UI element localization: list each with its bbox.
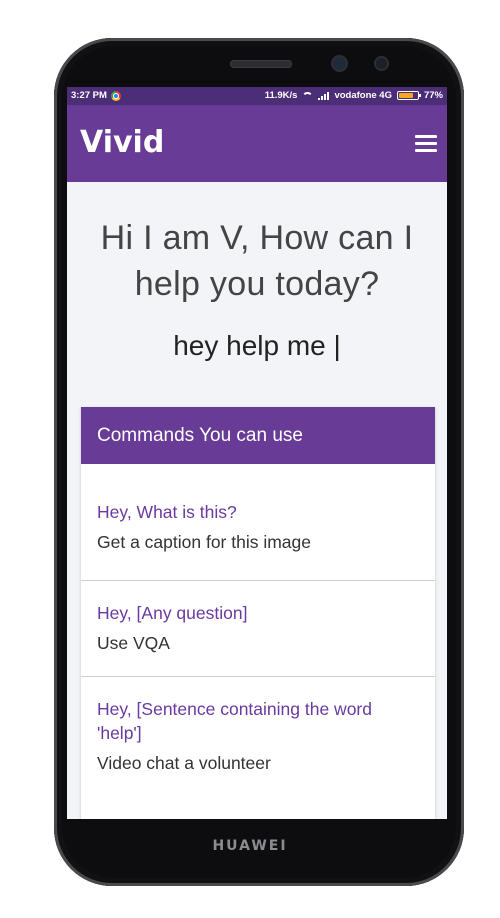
command-description: Get a caption for this image (97, 532, 311, 552)
carrier-name: vodafone 4G (334, 90, 392, 101)
battery-icon (396, 91, 421, 100)
front-camera-icon (333, 57, 346, 70)
signal-icon (318, 91, 330, 100)
commands-card-header: Commands You can use (81, 407, 435, 464)
device-brand-logo: HUAWEI (212, 838, 288, 854)
status-time: 3:27 PM (71, 90, 107, 101)
command-item[interactable]: Hey, [Any question] Use VQA (81, 581, 435, 677)
status-bar: 3:27 PM 11.9K/s vodafone 4G 77% (67, 87, 447, 105)
command-item[interactable]: Hey, What is this? Get a caption for thi… (81, 464, 435, 581)
voice-input-text[interactable]: hey help me | (67, 330, 447, 362)
sensor-icon (376, 58, 387, 69)
network-speed: 11.9K/s (264, 90, 298, 101)
command-description: Use VQA (97, 633, 170, 653)
earpiece-speaker (230, 60, 292, 68)
chrome-icon (110, 90, 121, 101)
commands-card: Commands You can use Hey, What is this? … (81, 407, 435, 819)
battery-fill (398, 93, 413, 98)
battery-percent: 77% (423, 90, 443, 101)
app-title: Vivid (80, 125, 165, 160)
greeting-heading: Hi I am V, How can I help you today? (100, 219, 414, 303)
wifi-icon (302, 91, 314, 100)
main-content: Hi I am V, How can I help you today? hey… (67, 182, 447, 819)
command-description: Video chat a volunteer (97, 753, 271, 773)
command-title: Hey, [Any question] (97, 603, 248, 623)
app-bar: Vivid (67, 105, 447, 182)
command-title: Hey, [Sentence containing the word 'help… (97, 699, 372, 743)
phone-screen: 3:27 PM 11.9K/s vodafone 4G 77% Vivid Hi… (67, 87, 447, 819)
command-title: Hey, What is this? (97, 502, 237, 522)
hamburger-menu-icon[interactable] (415, 135, 437, 153)
command-item[interactable]: Hey, [Sentence containing the word 'help… (81, 677, 435, 807)
